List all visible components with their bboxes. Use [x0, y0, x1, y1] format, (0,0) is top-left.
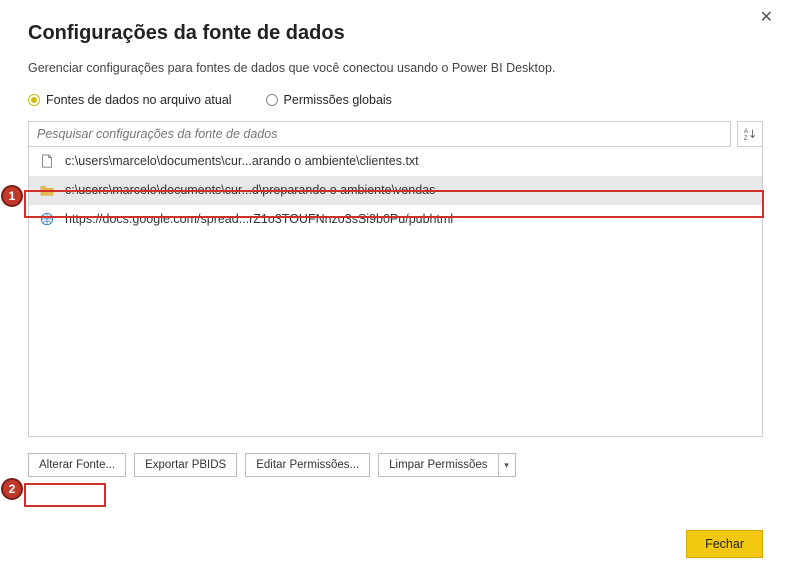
clear-permissions-split-button: Limpar Permissões ▾ — [378, 453, 515, 477]
clear-permissions-button[interactable]: Limpar Permissões — [378, 453, 497, 477]
dialog-content: Configurações da fonte de dados Gerencia… — [0, 0, 791, 495]
annotation-callout-2: 2 — [1, 478, 23, 500]
edit-permissions-button[interactable]: Editar Permissões... — [245, 453, 370, 477]
close-icon[interactable]: ✕ — [754, 6, 779, 30]
export-pbids-button[interactable]: Exportar PBIDS — [134, 453, 237, 477]
web-icon — [39, 211, 55, 227]
clear-permissions-dropdown[interactable]: ▾ — [498, 453, 516, 477]
list-item[interactable]: c:\users\marcelo\documents\cur...arando … — [29, 147, 762, 176]
radio-label: Fontes de dados no arquivo atual — [46, 93, 232, 107]
dialog-title: Configurações da fonte de dados — [28, 22, 763, 45]
radio-label: Permissões globais — [284, 93, 392, 107]
source-path: c:\users\marcelo\documents\cur...d\prepa… — [65, 183, 435, 197]
svg-text:Z: Z — [744, 135, 748, 141]
radio-current-file[interactable]: Fontes de dados no arquivo atual — [28, 93, 232, 107]
list-item[interactable]: c:\users\marcelo\documents\cur...d\prepa… — [29, 176, 762, 205]
search-input[interactable] — [28, 121, 731, 147]
data-source-list[interactable]: c:\users\marcelo\documents\cur...arando … — [28, 147, 763, 437]
dialog-footer: Fechar — [686, 530, 763, 558]
file-icon — [39, 153, 55, 169]
dialog-subtitle: Gerenciar configurações para fontes de d… — [28, 61, 763, 75]
svg-text:A: A — [744, 128, 749, 135]
folder-icon — [39, 182, 55, 198]
source-path: c:\users\marcelo\documents\cur...arando … — [65, 154, 419, 168]
chevron-down-icon: ▾ — [504, 460, 509, 471]
radio-global-permissions[interactable]: Permissões globais — [266, 93, 392, 107]
radio-button-icon — [266, 94, 278, 106]
sort-az-icon: A Z — [743, 127, 757, 141]
search-row: A Z — [28, 121, 763, 147]
scope-radio-group: Fontes de dados no arquivo atual Permiss… — [28, 93, 763, 107]
action-button-row: Alterar Fonte... Exportar PBIDS Editar P… — [28, 453, 763, 477]
list-item[interactable]: https://docs.google.com/spread...rZ1o3TO… — [29, 205, 762, 234]
sort-button[interactable]: A Z — [737, 121, 763, 147]
radio-button-icon — [28, 94, 40, 106]
source-path: https://docs.google.com/spread...rZ1o3TO… — [65, 212, 453, 226]
close-button[interactable]: Fechar — [686, 530, 763, 558]
change-source-button[interactable]: Alterar Fonte... — [28, 453, 126, 477]
annotation-callout-1: 1 — [1, 185, 23, 207]
